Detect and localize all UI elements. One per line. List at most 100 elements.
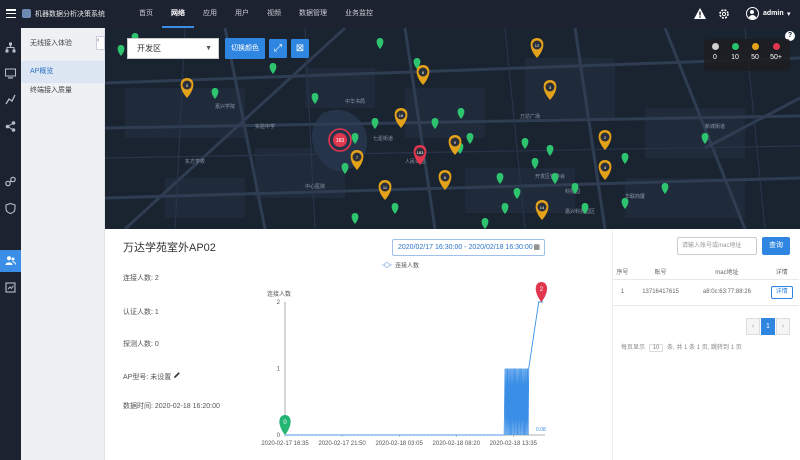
chart-min-marker: 0 [279, 415, 291, 435]
x-tick-label: 2020-02-18 03:05 [375, 441, 423, 447]
ap-marker-green [466, 133, 474, 144]
report-icon[interactable] [5, 282, 16, 293]
next-page-button[interactable]: › [776, 318, 790, 335]
switch-color-button[interactable]: 切换颜色 [225, 38, 265, 59]
ap-marker-green [621, 153, 629, 164]
district-select-value: 开发区 [137, 44, 161, 53]
link-icon[interactable] [5, 176, 16, 187]
chart-icon[interactable] [5, 94, 16, 105]
map-place-label: 嘉兴学院 [215, 103, 235, 110]
map-place-label: 七星街道 [373, 135, 393, 142]
y-axis-label: 连接人数 [267, 290, 291, 298]
nav-item-user[interactable]: 用户 [226, 0, 258, 28]
user-group-icon[interactable] [5, 255, 16, 266]
chevron-down-icon[interactable]: ▾ [787, 10, 791, 18]
gear-icon[interactable] [718, 8, 730, 20]
ap-marker-green [391, 203, 399, 214]
column-header-account: 账号 [631, 265, 690, 280]
calendar-icon[interactable]: ▦ [533, 240, 540, 255]
nav-item-network[interactable]: 网络 [162, 0, 194, 28]
chart-max-marker: 2 [535, 282, 548, 302]
connection-chart: 连接人数连接人数0122020-02-17 16:35 2020-02-17 21… [261, 262, 548, 447]
nav-item-video[interactable]: 视频 [258, 0, 290, 28]
probed-count: 探测人数: 0 [123, 341, 159, 348]
monitor-icon[interactable] [5, 68, 16, 79]
ap-marker-green [546, 145, 554, 156]
x-tick-label: 2020-02-17 16:35 [261, 441, 309, 447]
x-tick-label: 2020-02-17 21:50 [318, 441, 366, 447]
prev-page-button[interactable]: ‹ [746, 318, 760, 335]
map-place-label: 中华书局 [345, 98, 365, 105]
ap-marker-count: 16 [399, 113, 404, 118]
y-tick-label: 1 [277, 367, 281, 373]
ap-marker-orange: 12 [530, 38, 544, 58]
sidebar-item-wireless-experience[interactable]: 无线接入体验 [21, 33, 105, 55]
page-size-prefix: 每页显示 [621, 345, 646, 351]
fullscreen-icon[interactable]: ⤢ [269, 39, 287, 58]
legend-dot-icon [711, 43, 719, 50]
y-tick-label: 0 [277, 433, 281, 439]
page-1-button[interactable]: 1 [761, 318, 775, 335]
district-select[interactable]: 开发区 ▼ [127, 38, 219, 59]
chart-legend: 连接人数 [382, 262, 419, 270]
page-size-select[interactable]: 10 [648, 344, 664, 352]
map-place-label: 开发区管委会 [535, 173, 565, 180]
table-row: 1 13716417615 a8:0c:63:77:88:26 详情 [613, 279, 799, 306]
detail-button[interactable]: 详情 [770, 285, 793, 299]
legend-item-50: 50 [746, 43, 764, 61]
data-time: 数据时间: 2020-02-18 16:20:00 [123, 403, 220, 410]
sidebar-item-terminal-quality[interactable]: 终端接入质量 [21, 80, 105, 102]
x-tick-label: 2020-02-18 08:20 [433, 441, 481, 447]
connected-count: 连接人数: 2 [123, 275, 159, 282]
legend-dot-icon [772, 43, 780, 50]
map-view[interactable]: 嘉兴学院 中华书局 七星街道 万达广场 开发区管委会 科技园 东方学校 实验中学 人民公园 中心医… [105, 28, 800, 229]
map-place-label: 实验中学 [255, 123, 275, 130]
query-button[interactable]: 查询 [762, 237, 790, 255]
ap-marker-count: 14 [540, 205, 545, 210]
x-tick-label: 2020-02-18 13:35 [490, 441, 538, 447]
topology-icon[interactable] [5, 42, 16, 53]
map-place-label: 万达广场 [520, 113, 540, 120]
menu-icon[interactable] [6, 9, 16, 19]
ap-marker-green [269, 63, 277, 74]
legend-item-0: 0 [706, 43, 724, 61]
username[interactable]: admin [763, 10, 784, 17]
nav-item-home[interactable]: 首页 [130, 0, 162, 28]
ap-marker-orange: 11 [378, 180, 392, 200]
ap-marker-orange: 8 [416, 65, 430, 85]
ap-marker-green [376, 38, 384, 49]
edit-icon[interactable] [173, 371, 181, 379]
ap-marker-count: 12 [535, 43, 540, 48]
date-range-picker[interactable]: 2020/02/17 16:30:00 - 2020/02/18 16:30:0… [392, 239, 545, 256]
nav-item-data-management[interactable]: 数据管理 [290, 0, 336, 28]
ap-marker-count: 183 [417, 150, 424, 155]
date-range-value: 2020/02/17 16:30:00 - 2020/02/18 16:30:0… [398, 244, 533, 251]
shield-icon[interactable] [5, 203, 16, 214]
ap-model: AP型号: 未设置 [123, 374, 172, 381]
reset-view-icon[interactable]: ⊠ [291, 39, 309, 58]
cell-detail: 详情 [764, 279, 799, 306]
sidebar-collapse-button[interactable]: ‹ [96, 36, 105, 50]
cell-index: 1 [613, 279, 632, 306]
sub-sidebar: 无线接入体验 AP概览 终端接入质量 [21, 28, 105, 460]
chevron-down-icon: ▼ [205, 45, 212, 52]
cell-account: 13716417615 [631, 279, 690, 306]
ap-marker-orange: 14 [535, 200, 549, 220]
search-input[interactable]: 请输入账号或mac地址 [677, 237, 757, 255]
nav-item-business-monitor[interactable]: 业务监控 [336, 0, 382, 28]
ap-marker-green [371, 118, 379, 129]
legend-dot-icon [751, 43, 759, 50]
density-legend: 0 10 50 50+ [704, 39, 790, 71]
legend-item-50-plus: 50+ [767, 43, 785, 61]
selected-ap-count: 183 [336, 138, 345, 144]
cell-mac: a8:0c:63:77:88:26 [689, 279, 765, 306]
ap-detail-panel: 万达学苑室外AP02 2020/02/17 16:30:00 - 2020/02… [105, 229, 612, 460]
warning-icon[interactable] [694, 8, 706, 19]
table-header-row: 序号 账号 mac地址 详情 [613, 265, 799, 280]
nav-item-application[interactable]: 应用 [194, 0, 226, 28]
share-icon[interactable] [5, 121, 16, 132]
legend-swatch-dot [384, 262, 390, 268]
avatar[interactable] [746, 7, 759, 20]
top-bar: 机器数据分析决策系统 首页 网络 应用 用户 视频 数据管理 业务监控 admi… [0, 0, 800, 28]
page-size-suffix: 条, 共 1 条 1 页, 跳转到 1 页 [667, 345, 742, 351]
